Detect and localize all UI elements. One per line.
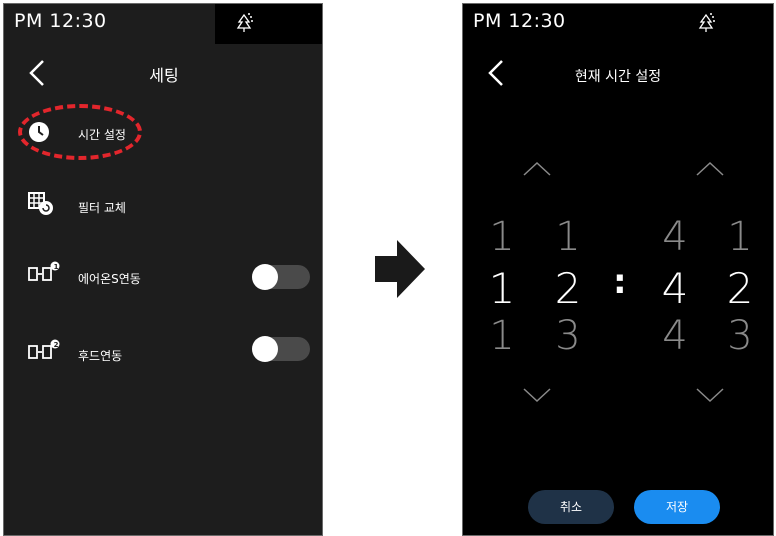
settings-screen: PM 12:30 세팅 시간 설정 필터 교체 1 에어온S연동 2 후드연동 (3, 3, 323, 536)
hour-up-chevron-icon[interactable] (522, 161, 552, 177)
minute-ones-current: 2 (726, 264, 754, 313)
hour-ones-next: 3 (555, 313, 581, 359)
hour-ones-current: 2 (554, 264, 582, 313)
device-badge: 2 (53, 341, 59, 349)
settings-item-label: 후드연동 (78, 349, 123, 363)
save-button[interactable]: 저장 (634, 490, 720, 524)
device-badge: 1 (53, 263, 59, 271)
back-icon[interactable] (485, 58, 507, 88)
toggle-knob (252, 336, 278, 362)
minute-down-chevron-icon[interactable] (695, 387, 725, 403)
clock-icon (29, 122, 49, 142)
minute-up-chevron-icon[interactable] (695, 161, 725, 177)
time-setting-screen: PM 12:30 현재 시간 설정 1 1 1 1 2 3 : 4 4 4 1 … (462, 3, 774, 536)
settings-item-label: 에어온S연동 (78, 272, 141, 286)
settings-item-label: 필터 교체 (78, 201, 126, 215)
arrow-right-icon (375, 240, 425, 298)
settings-item-label: 시간 설정 (78, 128, 126, 142)
sterilize-status-icon (698, 13, 715, 32)
toggle-knob (252, 264, 278, 290)
status-bar-area (215, 4, 322, 44)
minute-ones-prev: 1 (727, 214, 753, 260)
back-icon[interactable] (26, 58, 48, 88)
sterilize-status-icon (236, 13, 253, 32)
cancel-button[interactable]: 취소 (528, 490, 614, 524)
minute-tens-prev: 4 (662, 214, 688, 260)
hour-tens-current: 1 (488, 264, 516, 313)
hour-tens-next: 1 (489, 313, 515, 359)
minute-ones-next: 3 (727, 313, 753, 359)
hour-ones-prev: 1 (555, 214, 581, 260)
hour-tens-prev: 1 (489, 214, 515, 260)
hour-down-chevron-icon[interactable] (522, 387, 552, 403)
minute-tens-next: 4 (662, 313, 688, 359)
minute-tens-current: 4 (661, 264, 689, 313)
page-title: 현재 시간 설정 (574, 69, 662, 85)
time-separator: : (613, 262, 627, 302)
hood-link-toggle[interactable] (252, 336, 310, 362)
filter-replace-icon (28, 192, 53, 215)
status-time: PM 12:30 (14, 10, 107, 32)
airon-link-toggle[interactable] (252, 264, 310, 290)
page-title: 세팅 (149, 66, 179, 85)
status-time: PM 12:30 (473, 10, 566, 32)
